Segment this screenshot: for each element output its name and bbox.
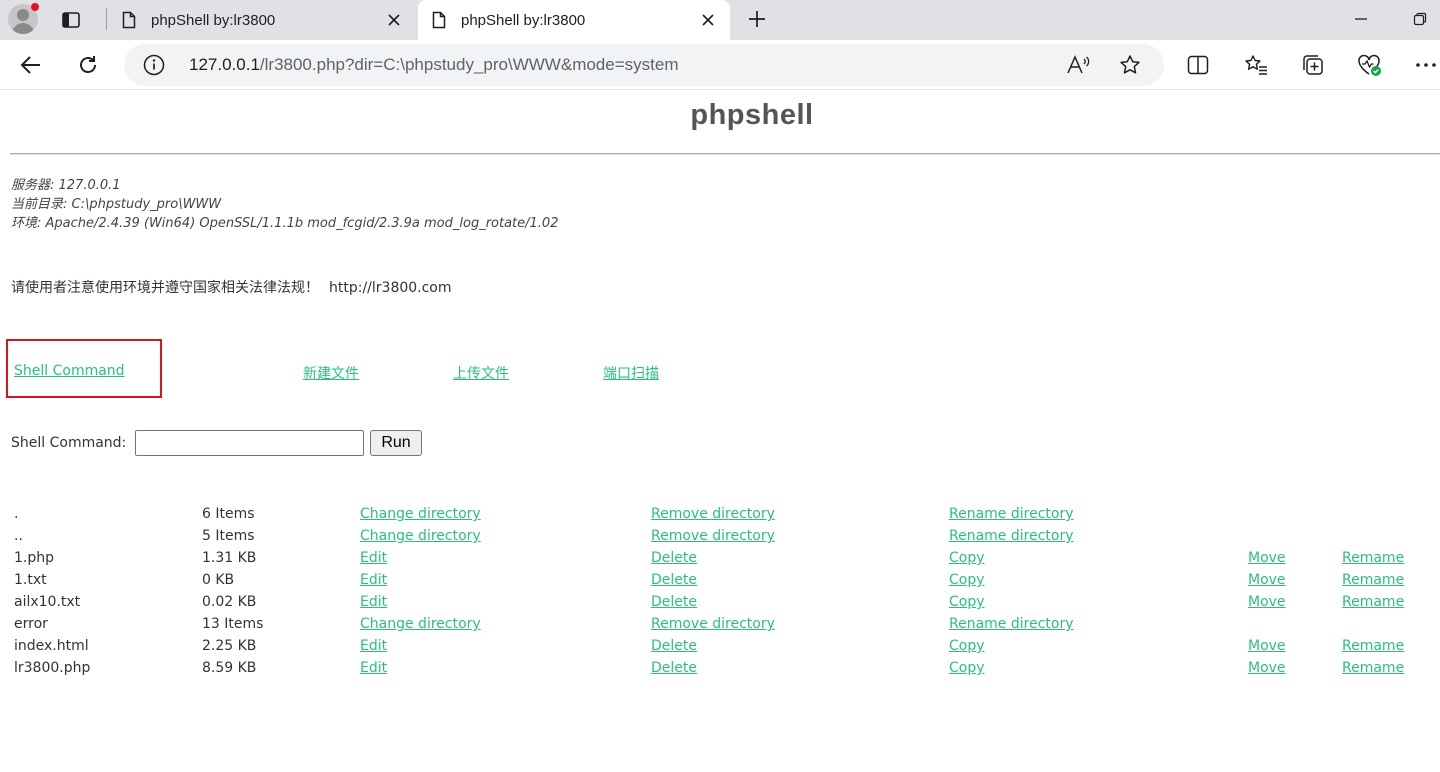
nav-port-scan[interactable]: 端口扫描 [603, 363, 659, 383]
tab-actions-icon[interactable] [56, 6, 86, 34]
action-link-copy-rename[interactable]: Rename directory [949, 528, 1074, 544]
minimize-icon[interactable] [1343, 4, 1379, 34]
url-path: /lr3800.php?dir=C:\phpstudy_pro\WWW&mode… [259, 55, 679, 74]
file-size: 0.02 KB [202, 594, 257, 610]
address-bar[interactable]: 127.0.0.1/lr3800.php?dir=C:\phpstudy_pro… [124, 44, 1164, 86]
tab-title: phpShell by:lr3800 [151, 11, 276, 29]
file-size: 1.31 KB [202, 550, 257, 566]
action-link-rename[interactable]: Remame [1342, 550, 1404, 566]
site-url: http://lr3800.com [329, 280, 452, 296]
action-link-delete[interactable]: Remove directory [651, 506, 775, 522]
action-link-copy-rename[interactable]: Copy [949, 594, 985, 610]
notification-dot [31, 3, 39, 11]
action-link-primary[interactable]: Edit [360, 594, 387, 610]
action-link-copy-rename[interactable]: Copy [949, 660, 985, 676]
browser-essentials-icon[interactable] [1351, 46, 1389, 84]
server-info: 服务器: 127.0.0.1 [11, 178, 121, 193]
action-link-primary[interactable]: Edit [360, 638, 387, 654]
url-host: 127.0.0.1 [189, 55, 260, 74]
page-title: phpshell [690, 99, 814, 131]
action-link-move[interactable]: Move [1248, 660, 1286, 676]
action-link-primary[interactable]: Change directory [360, 616, 481, 632]
action-link-primary[interactable]: Change directory [360, 506, 481, 522]
current-directory: 当前目录: C:\phpstudy_pro\WWW [11, 197, 222, 212]
action-link-primary[interactable]: Change directory [360, 528, 481, 544]
refresh-icon[interactable] [69, 46, 107, 84]
document-icon [428, 9, 450, 31]
browser-toolbar: 127.0.0.1/lr3800.php?dir=C:\phpstudy_pro… [0, 40, 1440, 90]
file-name: ailx10.txt [14, 594, 81, 610]
more-icon[interactable] [1407, 46, 1440, 84]
file-name: 1.txt [14, 572, 47, 588]
legal-notice-text: 请使用者注意使用环境并遵守国家相关法律法规！ [11, 280, 319, 296]
plus-icon[interactable] [740, 4, 774, 34]
action-link-copy-rename[interactable]: Rename directory [949, 616, 1074, 632]
file-name: error [14, 616, 48, 632]
close-icon[interactable] [692, 4, 724, 36]
divider [10, 153, 1440, 155]
info-icon[interactable] [142, 53, 166, 77]
action-link-move[interactable]: Move [1248, 638, 1286, 654]
star-icon[interactable] [1114, 49, 1146, 81]
file-size: 2.25 KB [202, 638, 257, 654]
action-link-primary[interactable]: Edit [360, 550, 387, 566]
tab-phpshell-1[interactable]: phpShell by:lr3800 [108, 0, 416, 40]
action-link-move[interactable]: Move [1248, 550, 1286, 566]
tab-bar: phpShell by:lr3800 phpShell by:lr3800 [0, 0, 1440, 40]
action-link-rename[interactable]: Remame [1342, 660, 1404, 676]
action-link-move[interactable]: Move [1248, 572, 1286, 588]
action-link-delete[interactable]: Delete [651, 550, 697, 566]
back-icon[interactable] [12, 46, 50, 84]
action-link-delete[interactable]: Delete [651, 638, 697, 654]
tab-phpshell-2-active[interactable]: phpShell by:lr3800 [418, 0, 730, 40]
file-name: .. [14, 528, 23, 544]
environment-info: 环境: Apache/2.4.39 (Win64) OpenSSL/1.1.1b… [11, 216, 559, 231]
tab-separator [106, 8, 107, 30]
file-name: lr3800.php [14, 660, 91, 676]
action-link-copy-rename[interactable]: Copy [949, 572, 985, 588]
run-button[interactable]: Run [370, 430, 422, 456]
file-size: 13 Items [202, 616, 264, 632]
action-link-move[interactable]: Move [1248, 594, 1286, 610]
action-link-delete[interactable]: Remove directory [651, 616, 775, 632]
action-link-primary[interactable]: Edit [360, 572, 387, 588]
read-aloud-icon[interactable] [1062, 49, 1094, 81]
document-icon [118, 9, 140, 31]
favorites-icon[interactable] [1237, 46, 1275, 84]
action-link-rename[interactable]: Remame [1342, 638, 1404, 654]
file-size: 8.59 KB [202, 660, 257, 676]
action-link-rename[interactable]: Remame [1342, 572, 1404, 588]
restore-icon[interactable] [1402, 4, 1438, 34]
collections-icon[interactable] [1294, 46, 1332, 84]
action-link-copy-rename[interactable]: Rename directory [949, 506, 1074, 522]
nav-upload-file[interactable]: 上传文件 [453, 363, 509, 383]
shell-command-label: Shell Command: [11, 435, 127, 451]
nav-shell-command[interactable]: Shell Command [14, 363, 125, 379]
close-icon[interactable] [378, 4, 410, 36]
file-size: 6 Items [202, 506, 255, 522]
file-size: 5 Items [202, 528, 255, 544]
shell-command-input[interactable] [135, 430, 364, 456]
page-content: phpshell 服务器: 127.0.0.1 当前目录: C:\phpstud… [0, 91, 1440, 772]
split-screen-icon[interactable] [1179, 46, 1217, 84]
file-size: 0 KB [202, 572, 235, 588]
action-link-copy-rename[interactable]: Copy [949, 550, 985, 566]
action-link-copy-rename[interactable]: Copy [949, 638, 985, 654]
action-link-primary[interactable]: Edit [360, 660, 387, 676]
action-link-rename[interactable]: Remame [1342, 594, 1404, 610]
tab-title: phpShell by:lr3800 [461, 11, 586, 29]
action-link-delete[interactable]: Delete [651, 572, 697, 588]
file-name: 1.php [14, 550, 55, 566]
action-link-delete[interactable]: Delete [651, 660, 697, 676]
action-link-delete[interactable]: Delete [651, 594, 697, 610]
nav-new-file[interactable]: 新建文件 [303, 363, 359, 383]
action-link-delete[interactable]: Remove directory [651, 528, 775, 544]
legal-notice: 请使用者注意使用环境并遵守国家相关法律法规！ http://lr3800.com [11, 277, 452, 297]
url-text: 127.0.0.1/lr3800.php?dir=C:\phpstudy_pro… [189, 55, 678, 75]
file-name: . [14, 506, 19, 522]
file-name: index.html [14, 638, 89, 654]
